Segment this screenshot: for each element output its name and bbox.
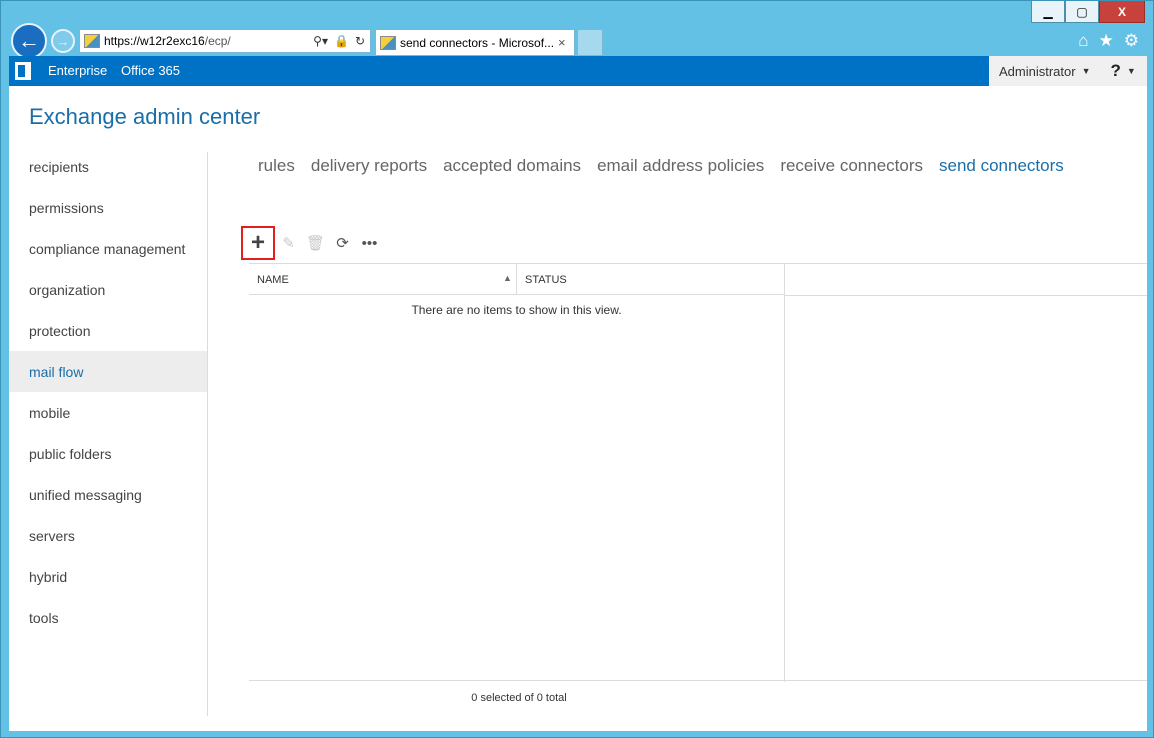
- sort-ascending-icon[interactable]: ▲: [503, 273, 512, 283]
- tab-accepted-domains[interactable]: accepted domains: [443, 156, 581, 176]
- more-button[interactable]: •••: [356, 226, 383, 260]
- column-header-name[interactable]: NAME: [257, 274, 289, 286]
- eac-page: Exchange admin center recipients permiss…: [9, 86, 1147, 731]
- nav-item-hybrid[interactable]: hybrid: [9, 556, 207, 597]
- nav-divider: [207, 152, 208, 716]
- delete-button[interactable]: 🗑: [302, 226, 329, 260]
- site-favicon-icon: [84, 34, 100, 48]
- arrow-left-icon: ←: [18, 28, 40, 53]
- forward-button[interactable]: →: [51, 29, 75, 53]
- add-button[interactable]: +: [241, 226, 275, 260]
- header-divider: [784, 295, 1147, 296]
- arrow-right-icon: →: [56, 33, 70, 49]
- nav-item-protection[interactable]: protection: [9, 310, 207, 351]
- connectors-grid: NAME ▲ STATUS There are no items to show…: [249, 263, 1147, 683]
- suite-nav-enterprise[interactable]: Enterprise: [48, 63, 107, 78]
- browser-window: ▁ ▢ X ← → https://w12r2exc16/ecp/ ⚲▾ 🔒 ↻…: [0, 0, 1154, 738]
- nav-item-recipients[interactable]: recipients: [9, 146, 207, 187]
- search-icon[interactable]: ⚲▾: [313, 34, 328, 48]
- nav-item-unified-messaging[interactable]: unified messaging: [9, 474, 207, 515]
- tab-title: send connectors - Microsof...: [400, 35, 555, 50]
- user-menu[interactable]: Administrator: [989, 64, 1076, 79]
- close-window-button[interactable]: X: [1099, 1, 1145, 23]
- nav-item-tools[interactable]: tools: [9, 597, 207, 638]
- refresh-button[interactable]: ⟳: [329, 226, 356, 260]
- column-header-status[interactable]: STATUS: [525, 274, 567, 286]
- mail-flow-tabs: rules delivery reports accepted domains …: [258, 156, 1064, 176]
- empty-list-message: There are no items to show in this view.: [411, 303, 622, 317]
- help-chevron-down-icon[interactable]: ▼: [1127, 66, 1136, 76]
- reload-icon[interactable]: ↻: [355, 34, 365, 48]
- suite-nav-office365[interactable]: Office 365: [121, 63, 180, 78]
- selection-count: 0 selected of 0 total: [471, 692, 567, 704]
- ellipsis-icon: •••: [361, 234, 378, 252]
- list-toolbar: + ✎ 🗑 ⟳ •••: [241, 226, 383, 260]
- tab-rules[interactable]: rules: [258, 156, 295, 176]
- help-icon[interactable]: ?: [1111, 61, 1121, 81]
- details-pane-splitter[interactable]: [784, 264, 785, 682]
- suite-user-area: Administrator ▼ ? ▼: [989, 56, 1147, 86]
- grid-footer-divider: [249, 680, 1147, 681]
- settings-gear-icon[interactable]: ⚙: [1124, 31, 1139, 51]
- home-icon[interactable]: ⌂: [1078, 31, 1088, 51]
- nav-item-public-folders[interactable]: public folders: [9, 433, 207, 474]
- trash-icon: 🗑: [305, 235, 326, 252]
- back-button[interactable]: ←: [11, 23, 47, 59]
- minimize-icon: ▁: [1043, 4, 1053, 19]
- nav-item-mail-flow[interactable]: mail flow: [9, 351, 207, 392]
- tab-email-address-policies[interactable]: email address policies: [597, 156, 764, 176]
- column-separator[interactable]: [516, 264, 517, 295]
- edit-button[interactable]: ✎: [275, 226, 302, 260]
- maximize-button[interactable]: ▢: [1065, 1, 1099, 23]
- browser-tab-active[interactable]: send connectors - Microsof... ×: [375, 29, 575, 55]
- tab-receive-connectors[interactable]: receive connectors: [780, 156, 923, 176]
- chevron-down-icon[interactable]: ▼: [1082, 66, 1091, 76]
- nav-item-organization[interactable]: organization: [9, 269, 207, 310]
- lock-icon[interactable]: 🔒: [334, 34, 349, 48]
- browser-tools: ⌂ ★ ⚙: [1078, 31, 1139, 51]
- nav-item-permissions[interactable]: permissions: [9, 187, 207, 228]
- page-title: Exchange admin center: [29, 104, 261, 129]
- url-path: /ecp/: [204, 34, 231, 48]
- maximize-icon: ▢: [1076, 4, 1088, 19]
- address-bar[interactable]: https://w12r2exc16/ecp/ ⚲▾ 🔒 ↻: [79, 29, 371, 53]
- office365-suite-bar: Enterprise Office 365 Administrator ▼ ? …: [9, 56, 1147, 86]
- minimize-button[interactable]: ▁: [1031, 1, 1065, 23]
- url-host: https://w12r2exc16: [104, 34, 205, 48]
- office-logo-icon: [15, 62, 31, 80]
- nav-item-servers[interactable]: servers: [9, 515, 207, 556]
- pencil-icon: ✎: [282, 235, 295, 252]
- tab-send-connectors[interactable]: send connectors: [939, 156, 1064, 176]
- plus-icon: +: [250, 229, 265, 256]
- tab-close-icon[interactable]: ×: [558, 35, 574, 50]
- new-tab-button[interactable]: [577, 29, 603, 55]
- nav-item-compliance-management[interactable]: compliance management: [9, 228, 207, 269]
- tab-delivery-reports[interactable]: delivery reports: [311, 156, 427, 176]
- tab-favicon-icon: [380, 35, 396, 50]
- favorites-star-icon[interactable]: ★: [1099, 31, 1114, 51]
- left-navigation: recipients permissions compliance manage…: [9, 146, 207, 638]
- address-url[interactable]: https://w12r2exc16/ecp/: [104, 34, 313, 48]
- grid-header: NAME ▲ STATUS: [249, 264, 784, 295]
- refresh-icon: ⟳: [336, 235, 349, 252]
- nav-item-mobile[interactable]: mobile: [9, 392, 207, 433]
- window-controls: ▁ ▢ X: [1031, 1, 1145, 23]
